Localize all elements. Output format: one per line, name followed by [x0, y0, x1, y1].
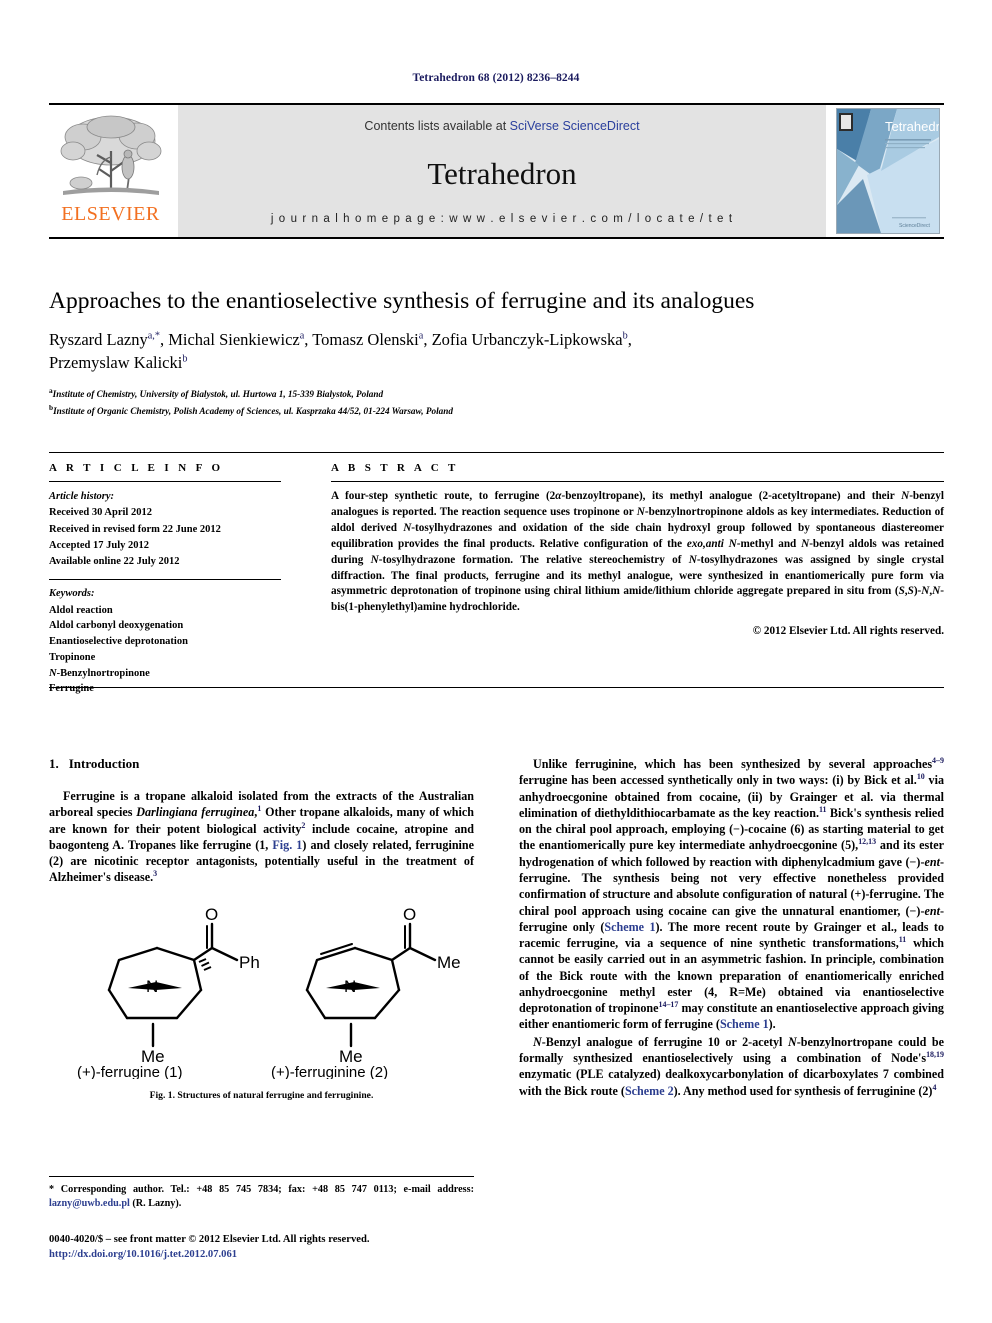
- contents-prefix: Contents lists available at: [364, 119, 510, 133]
- journal-masthead: ELSEVIER Contents lists available at Sci…: [49, 103, 944, 239]
- affiliation-a-text: Institute of Chemistry, University of Bi…: [52, 389, 384, 400]
- sciencedirect-link[interactable]: SciVerse ScienceDirect: [510, 119, 640, 133]
- figure-1: N Me O Ph (+)-ferrugine (1) N Me O Me (+…: [49, 904, 474, 1101]
- keyword-item: Aldol reaction: [49, 604, 113, 616]
- keyword-item: Tropinone: [49, 651, 96, 663]
- abstract-copyright: © 2012 Elsevier Ltd. All rights reserved…: [752, 625, 944, 638]
- journal-cover-image: Tetrahedron ScienceDirect: [836, 108, 940, 234]
- elsevier-wordmark: ELSEVIER: [61, 203, 160, 225]
- affiliations: aInstitute of Chemistry, University of B…: [49, 385, 944, 419]
- figure-1-caption-label: Fig. 1.: [149, 1089, 175, 1101]
- section-heading-introduction: 1. Introduction: [49, 756, 474, 772]
- left-column: 1. Introduction Ferrugine is a tropane al…: [49, 756, 474, 1101]
- figure-1-caption: Fig. 1. Structures of natural ferrugine …: [49, 1090, 474, 1101]
- figure-1-crossref[interactable]: Fig. 1: [272, 838, 302, 852]
- intro-paragraph-1: Ferrugine is a tropane alkaloid isolated…: [49, 789, 474, 885]
- svg-text:Tetrahedron: Tetrahedron: [885, 119, 939, 134]
- issn-copyright-line: 0040-4020/$ – see front matter © 2012 El…: [49, 1234, 370, 1245]
- keyword-item: Ferrugine: [49, 683, 94, 695]
- history-item: Received 30 April 2012: [49, 507, 152, 519]
- article-page: Tetrahedron 68 (2012) 8236–8244 ELSEVIER…: [0, 0, 992, 1323]
- section-number: 1.: [49, 756, 59, 771]
- journal-cover-block: Tetrahedron ScienceDirect: [832, 105, 944, 237]
- band-bottom-rule: [49, 687, 944, 688]
- author-email-link[interactable]: lazny@uwb.edu.pl: [49, 1198, 130, 1209]
- svg-text:ScienceDirect: ScienceDirect: [899, 223, 930, 229]
- elsevier-tree-icon: [60, 115, 161, 195]
- atom-label-ph: Ph: [239, 953, 260, 972]
- keyword-item: Aldol carbonyl deoxygenation: [49, 620, 184, 632]
- keywords-heading: Keywords:: [49, 588, 95, 600]
- atom-label-o-left: O: [205, 905, 218, 924]
- footnote-before-email: Corresponding author. Tel.: +48 85 745 7…: [54, 1184, 474, 1195]
- author-list: Ryszard Laznya,*, Michal Sienkiewicza, T…: [49, 328, 944, 375]
- atom-label-me-acetyl: Me: [437, 953, 461, 972]
- abstract-heading: A B S T R A C T: [331, 462, 459, 474]
- keywords-divider: [49, 579, 281, 581]
- atom-label-n-right: N: [344, 977, 356, 996]
- info-divider: [49, 481, 281, 482]
- figure-1-structures-icon: N Me O Ph (+)-ferrugine (1) N Me O Me (+…: [77, 905, 461, 1081]
- abstract-divider: [331, 481, 944, 482]
- figure-1-caption-text: Structures of natural ferrugine and ferr…: [177, 1089, 374, 1101]
- masthead-center: Contents lists available at SciVerse Sci…: [178, 105, 826, 237]
- history-item: Available online 22 July 2012: [49, 556, 180, 568]
- abstract-text: A four-step synthetic route, to ferrugin…: [331, 490, 945, 614]
- right-column: Unlike ferruginine, which has been synth…: [519, 756, 944, 1101]
- atom-label-o-right: O: [403, 905, 416, 924]
- affiliation-b-text: Institute of Organic Chemistry, Polish A…: [53, 406, 453, 417]
- article-history-heading: Article history:: [49, 491, 115, 502]
- keyword-item: Enantioselective deprotonation: [49, 636, 188, 648]
- history-item: Received in revised form 22 June 2012: [49, 523, 221, 535]
- affiliation-b: bInstitute of Organic Chemistry, Polish …: [49, 403, 453, 417]
- scheme-1-crossref-2[interactable]: Scheme 1: [720, 1017, 769, 1031]
- page-footer: 0040-4020/$ – see front matter © 2012 El…: [49, 1232, 609, 1263]
- scheme-2-crossref[interactable]: Scheme 2: [625, 1084, 674, 1098]
- author-line-2: Przemyslaw Kalickib: [49, 353, 188, 373]
- journal-homepage-line[interactable]: j o u r n a l h o m e p a g e : w w w . …: [271, 213, 733, 225]
- footnote-text: * Corresponding author. Tel.: +48 85 745…: [49, 1183, 474, 1212]
- elsevier-logo-block: ELSEVIER: [49, 105, 172, 237]
- cover-artwork-icon: Tetrahedron ScienceDirect: [837, 109, 939, 233]
- abstract-column: A B S T R A C T A four-step synthetic ro…: [331, 453, 944, 637]
- doi-link[interactable]: http://dx.doi.org/10.1016/j.tet.2012.07.…: [49, 1247, 609, 1262]
- section-title: Introduction: [68, 756, 140, 771]
- figure-label-left: (+)-ferrugine (1): [77, 1064, 182, 1079]
- body-columns: 1. Introduction Ferrugine is a tropane al…: [49, 756, 944, 1101]
- corresponding-author-footnote: * Corresponding author. Tel.: +48 85 745…: [49, 1176, 474, 1212]
- footnote-after-email: (R. Lazny).: [129, 1198, 182, 1210]
- figure-label-right: (+)-ferruginine (2): [271, 1064, 388, 1079]
- article-title: Approaches to the enantioselective synth…: [49, 288, 755, 314]
- scheme-1-crossref[interactable]: Scheme 1: [604, 920, 655, 934]
- right-paragraph-2: N-Benzyl analogue of ferrugine 10 or 2-a…: [519, 1034, 944, 1098]
- journal-title: Tetrahedron: [427, 155, 577, 191]
- author-line-1: Ryszard Laznya,*, Michal Sienkiewicza, T…: [49, 330, 632, 349]
- contents-available-line: Contents lists available at SciVerse Sci…: [364, 119, 639, 133]
- article-info-heading: A R T I C L E I N F O: [49, 462, 224, 474]
- keyword-item: N-Benzylnortropinone: [49, 667, 150, 679]
- history-item: Accepted 17 July 2012: [49, 539, 150, 551]
- article-info-column: A R T I C L E I N F O Article history: R…: [49, 453, 281, 697]
- right-paragraph-1: Unlike ferruginine, which has been synth…: [519, 756, 945, 1032]
- affiliation-a: aInstitute of Chemistry, University of B…: [49, 386, 384, 400]
- running-head: Tetrahedron 68 (2012) 8236–8244: [412, 72, 580, 84]
- info-abstract-band: A R T I C L E I N F O Article history: R…: [49, 452, 944, 697]
- atom-label-n-left: N: [146, 977, 158, 996]
